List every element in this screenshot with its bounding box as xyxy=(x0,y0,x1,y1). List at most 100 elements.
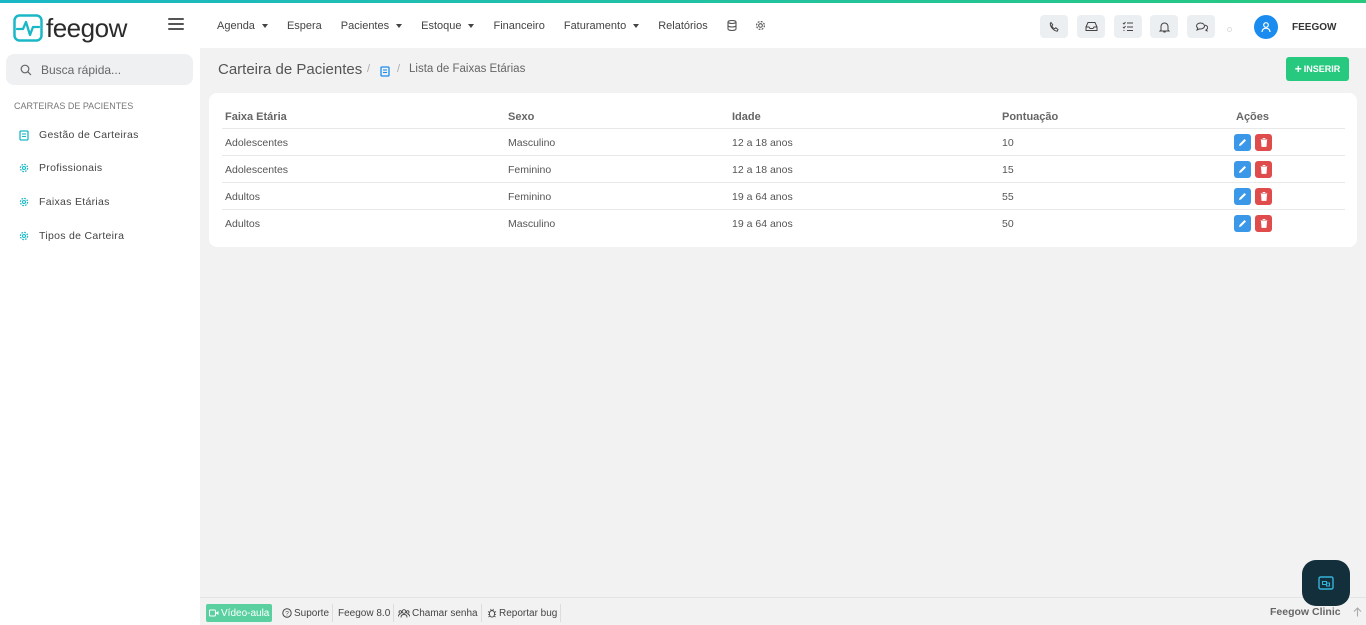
video-icon xyxy=(209,609,219,617)
help-icon: ? xyxy=(282,608,292,618)
nav-label: Relatórios xyxy=(658,19,708,32)
gear-icon xyxy=(19,231,29,241)
database-icon[interactable] xyxy=(727,20,737,31)
cell-pontuacao: 10 xyxy=(1002,137,1014,149)
delete-button[interactable] xyxy=(1255,134,1272,151)
menu-toggle-icon[interactable] xyxy=(168,16,184,32)
nav-espera[interactable]: Espera xyxy=(287,20,322,32)
gear-icon xyxy=(19,163,29,173)
report-bug-button[interactable]: Reportar bug xyxy=(484,604,562,622)
sidebar-item-gestao-carteiras[interactable]: Gestão de Carteiras xyxy=(19,129,139,141)
scroll-top-icon[interactable] xyxy=(1353,607,1362,620)
bug-label: Reportar bug xyxy=(499,607,558,619)
sidebar-item-label: Faixas Etárias xyxy=(39,196,110,208)
tasks-button[interactable] xyxy=(1114,15,1142,38)
table-row: Adolescentes Feminino 12 a 18 anos 15 xyxy=(222,155,1345,182)
heartbeat-logo-icon xyxy=(13,14,43,42)
phone-button[interactable] xyxy=(1040,15,1068,38)
pencil-icon xyxy=(1239,139,1246,146)
top-bar: feegow Agenda Espera Pacientes Estoque F… xyxy=(0,3,1366,48)
nav-relatorios[interactable]: Relatórios xyxy=(658,20,708,32)
users-icon xyxy=(398,608,410,618)
trash-icon xyxy=(1260,219,1267,228)
pencil-icon xyxy=(1239,166,1246,173)
nav-label: Agenda xyxy=(217,19,255,32)
nav-label: Financeiro xyxy=(493,19,545,32)
nav-financeiro[interactable]: Financeiro xyxy=(493,20,544,32)
search-placeholder: Busca rápida... xyxy=(41,62,122,77)
delete-button[interactable] xyxy=(1255,188,1272,205)
cell-pontuacao: 15 xyxy=(1002,164,1014,176)
chat-button[interactable] xyxy=(1187,15,1215,38)
nav-label: Espera xyxy=(286,19,322,32)
cell-faixa: Adolescentes xyxy=(225,137,289,149)
nav-faturamento[interactable]: Faturamento xyxy=(563,19,640,32)
footer-bar: Vídeo-aula ? Suporte Feegow 8.0 Chamar s… xyxy=(200,597,1366,625)
insert-label: INSERIR xyxy=(1303,64,1341,74)
nav-estoque[interactable]: Estoque xyxy=(421,20,475,32)
search-icon xyxy=(20,64,32,75)
sidebar-item-label: Profissionais xyxy=(39,162,103,174)
footer-brand: Feegow Clinic xyxy=(1270,606,1341,618)
username[interactable]: FEEGOW xyxy=(1292,22,1336,33)
logo-text: feegow xyxy=(46,13,127,43)
gear-icon xyxy=(19,197,29,207)
cell-pontuacao: 50 xyxy=(1002,218,1014,230)
status-dot xyxy=(1227,27,1232,32)
column-header: Pontuação xyxy=(1002,111,1059,123)
inbox-button[interactable] xyxy=(1077,15,1105,38)
edit-button[interactable] xyxy=(1234,215,1251,232)
edit-button[interactable] xyxy=(1234,188,1251,205)
cell-idade: 12 a 18 anos xyxy=(732,164,793,176)
call-password-button[interactable]: Chamar senha xyxy=(395,604,482,622)
avatar[interactable] xyxy=(1254,15,1278,39)
chat-widget-button[interactable] xyxy=(1302,560,1350,606)
pencil-icon xyxy=(1239,193,1246,200)
inbox-icon xyxy=(1085,22,1097,31)
support-button[interactable]: ? Suporte xyxy=(279,604,334,622)
age-range-table: Faixa Etária Sexo Idade Pontuação Ações … xyxy=(209,93,1357,247)
plus-icon: + xyxy=(1294,62,1302,76)
cell-sexo: Masculino xyxy=(508,137,556,149)
phone-icon xyxy=(1049,21,1059,32)
bell-icon xyxy=(1158,22,1170,32)
delete-button[interactable] xyxy=(1255,161,1272,178)
breadcrumb-current: Lista de Faixas Etárias xyxy=(409,63,526,75)
cell-faixa: Adolescentes xyxy=(225,164,289,176)
breadcrumb-separator: / xyxy=(397,63,401,75)
nav-label: Faturamento xyxy=(563,19,627,32)
nav-agenda[interactable]: Agenda xyxy=(217,20,268,32)
sidebar-item-profissionais[interactable]: Profissionais xyxy=(19,162,102,174)
nav-pacientes[interactable]: Pacientes xyxy=(340,19,403,32)
nav-label: Pacientes xyxy=(340,19,390,32)
logo[interactable]: feegow xyxy=(13,13,127,43)
call-label: Chamar senha xyxy=(412,607,478,619)
column-header: Sexo xyxy=(508,111,535,123)
video-lesson-button[interactable]: Vídeo-aula xyxy=(206,604,273,622)
table-row: Adolescentes Masculino 12 a 18 anos 10 xyxy=(222,128,1345,155)
book-icon xyxy=(19,129,29,141)
tasks-icon xyxy=(1122,21,1133,31)
search-input[interactable]: Busca rápida... xyxy=(6,54,193,85)
sidebar-item-label: Tipos de Carteira xyxy=(39,230,125,242)
support-label: Suporte xyxy=(294,607,330,619)
edit-button[interactable] xyxy=(1234,161,1251,178)
video-label: Vídeo-aula xyxy=(221,607,270,619)
cell-idade: 19 a 64 anos xyxy=(732,191,793,203)
cell-idade: 12 a 18 anos xyxy=(732,137,793,149)
caret-down-icon xyxy=(468,23,475,28)
trash-icon xyxy=(1260,165,1267,174)
edit-button[interactable] xyxy=(1234,134,1251,151)
chat-icon xyxy=(1195,22,1208,32)
delete-button[interactable] xyxy=(1255,215,1272,232)
insert-button[interactable]: + INSERIR xyxy=(1286,57,1349,81)
cell-faixa: Adultos xyxy=(225,218,261,230)
user-icon xyxy=(1261,22,1271,33)
settings-icon[interactable] xyxy=(755,20,766,31)
trash-icon xyxy=(1260,192,1267,201)
sidebar-item-faixas-etarias[interactable]: Faixas Etárias xyxy=(19,196,110,208)
sidebar-item-tipos-carteira[interactable]: Tipos de Carteira xyxy=(19,230,124,242)
notifications-button[interactable] xyxy=(1150,15,1178,38)
breadcrumb-book-icon[interactable] xyxy=(380,64,390,82)
column-header: Idade xyxy=(732,111,761,123)
